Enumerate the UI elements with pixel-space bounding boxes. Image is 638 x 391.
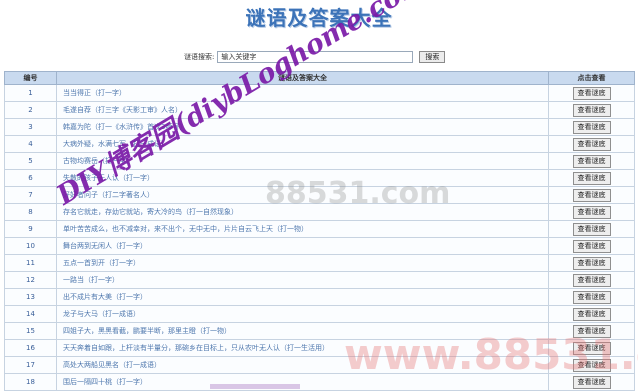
view-answer-button[interactable]: 查看谜底	[572, 171, 611, 185]
row-action: 查看谜底	[548, 271, 635, 289]
search-button[interactable]: 搜索	[419, 51, 446, 63]
row-number: 4	[4, 135, 57, 153]
row-number: 16	[4, 339, 57, 357]
row-number: 13	[4, 288, 57, 306]
row-number: 5	[4, 152, 57, 170]
bottom-decoration	[210, 384, 300, 389]
row-action: 查看谜底	[548, 288, 635, 306]
view-answer-button[interactable]: 查看谜底	[572, 290, 611, 304]
riddle-link[interactable]: 当当得正（打一字）	[56, 84, 549, 102]
row-action: 查看谜底	[548, 118, 635, 136]
row-number: 12	[4, 271, 57, 289]
search-label: 谜语搜索:	[184, 53, 215, 61]
row-number: 1	[4, 84, 57, 102]
row-action: 查看谜底	[548, 186, 635, 204]
table-row: 2 毛遂自荐（打三字《天影工审》人名） 查看谜底	[4, 101, 635, 119]
view-answer-button[interactable]: 查看谜底	[572, 205, 611, 219]
view-answer-button[interactable]: 查看谜底	[572, 307, 611, 321]
table-row: 14 龙子与大马（打一成语） 查看谜底	[4, 305, 635, 323]
view-answer-button[interactable]: 查看谜底	[572, 103, 611, 117]
row-action: 查看谜底	[548, 237, 635, 255]
view-answer-button[interactable]: 查看谜底	[572, 222, 611, 236]
view-answer-button[interactable]: 查看谜底	[572, 86, 611, 100]
row-action: 查看谜底	[548, 220, 635, 238]
row-action: 查看谜底	[548, 305, 635, 323]
table-row: 11 五点一首到开（打一字） 查看谜底	[4, 254, 635, 272]
table-row: 3 韩嘉为陀（打一《水浒传》首次3绰号） 查看谜底	[4, 118, 635, 136]
row-number: 2	[4, 101, 57, 119]
row-number: 18	[4, 373, 57, 391]
row-action: 查看谜底	[548, 254, 635, 272]
row-number: 8	[4, 203, 57, 221]
watermark-faint-mid: 88531.com	[265, 176, 451, 211]
row-action: 查看谜底	[548, 152, 635, 170]
view-answer-button[interactable]: 查看谜底	[572, 256, 611, 270]
view-answer-button[interactable]: 查看谜底	[572, 188, 611, 202]
view-answer-button[interactable]: 查看谜底	[572, 239, 611, 253]
header-num: 编号	[4, 71, 57, 85]
table-row: 13 出不成片有大美（打一字） 查看谜底	[4, 288, 635, 306]
view-answer-button[interactable]: 查看谜底	[572, 120, 611, 134]
table-row: 12 一路当（打一字） 查看谜底	[4, 271, 635, 289]
row-number: 7	[4, 186, 57, 204]
watermark-faint-bottom: www.88531.cn	[344, 330, 638, 379]
riddle-link[interactable]: 一路当（打一字）	[56, 271, 549, 289]
row-action: 查看谜底	[548, 101, 635, 119]
row-number: 3	[4, 118, 57, 136]
header-action: 点击查看	[548, 71, 635, 85]
row-number: 10	[4, 237, 57, 255]
view-answer-button[interactable]: 查看谜底	[572, 154, 611, 168]
view-answer-button[interactable]: 查看谜底	[572, 137, 611, 151]
row-number: 14	[4, 305, 57, 323]
riddle-link[interactable]: 单叶苦苦成么，也不减幸对，来不出个，无中无中，片片自云飞上天（打一物）	[56, 220, 549, 238]
header-content: 谜语及答案大全	[56, 71, 549, 85]
riddle-link[interactable]: 龙子与大马（打一成语）	[56, 305, 549, 323]
row-number: 11	[4, 254, 57, 272]
row-action: 查看谜底	[548, 135, 635, 153]
riddle-link[interactable]: 出不成片有大美（打一字）	[56, 288, 549, 306]
riddle-link[interactable]: 舞台两到无闲人（打一字）	[56, 237, 549, 255]
row-action: 查看谜底	[548, 169, 635, 187]
riddle-link[interactable]: 五点一首到开（打一字）	[56, 254, 549, 272]
table-row: 9 单叶苦苦成么，也不减幸对，来不出个，无中无中，片片自云飞上天（打一物） 查看谜底	[4, 220, 635, 238]
riddle-link[interactable]: 毛遂自荐（打三字《天影工审》人名）	[56, 101, 549, 119]
table-header-row: 编号 谜语及答案大全 点击查看	[4, 71, 635, 85]
view-answer-button[interactable]: 查看谜底	[572, 273, 611, 287]
row-number: 15	[4, 322, 57, 340]
table-row: 10 舞台两到无闲人（打一字） 查看谜底	[4, 237, 635, 255]
row-action: 查看谜底	[548, 203, 635, 221]
table-row: 1 当当得正（打一字） 查看谜底	[4, 84, 635, 102]
row-number: 9	[4, 220, 57, 238]
row-number: 17	[4, 356, 57, 374]
row-action: 查看谜底	[548, 84, 635, 102]
